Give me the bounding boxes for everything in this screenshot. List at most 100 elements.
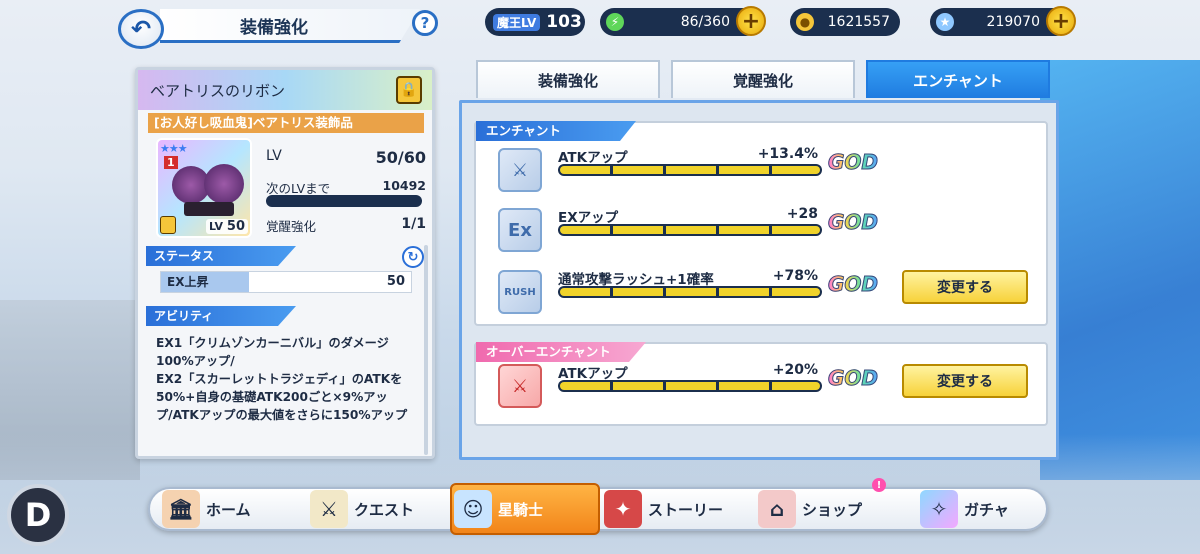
enchant-row: ⚔ ATKアップ +13.4% GOD [498, 146, 1038, 194]
refresh-button[interactable]: ↻ [402, 246, 424, 268]
item-badge: 1 [164, 156, 178, 169]
back-arrow-icon: ↶ [130, 15, 152, 43]
item-name: ベアトリスのリボン [150, 82, 286, 100]
enchant-value: +28 [786, 206, 818, 222]
god-rank-badge: GOD [827, 150, 879, 175]
enchant-name: ATKアップ [558, 150, 628, 166]
ability-header: アビリティ [146, 306, 296, 326]
status-label: EX上昇 [161, 272, 249, 292]
book-icon: ✦ [604, 490, 642, 528]
enchant-bar-fill [560, 226, 820, 234]
nav-quest-label: クエスト [354, 500, 415, 519]
nav-knight[interactable]: ☺ 星騎士 [454, 489, 543, 529]
thumb-level-label: LV [209, 220, 224, 233]
enchant-name: 通常攻撃ラッシュ+1確率 [558, 272, 714, 288]
item-thumbnail: ★★★ 1 LV 50 [156, 138, 252, 238]
refresh-icon: ↻ [407, 249, 419, 265]
level-row: LV 50/60 [266, 148, 426, 167]
over-enchant-name: ATKアップ [558, 366, 628, 382]
over-enchant-bar [558, 380, 822, 392]
item-detail-panel: ベアトリスのリボン 🔒 [お人好し吸血鬼]ベアトリス装飾品 ★★★ 1 LV 5… [135, 67, 435, 459]
player-level: 魔王LV 103 [485, 8, 585, 36]
lv-value: 50/60 [375, 148, 426, 167]
awaken-value: 1/1 [401, 216, 426, 232]
nav-quest[interactable]: ⚔ クエスト [310, 489, 414, 529]
exp-bar [266, 195, 422, 207]
rarity-stars-icon: ★★★ [160, 142, 188, 155]
ability-text: EX1「クリムゾンカーニバル」のダメージ100%アップ/ EX2「スカーレットト… [156, 336, 408, 422]
lv-label: LV [266, 148, 282, 164]
tab-enchant[interactable]: エンチャント [866, 60, 1050, 98]
gem-bar: ★ 219070 + [930, 6, 1076, 36]
tab-equip-enhance[interactable]: 装備強化 [476, 60, 660, 98]
god-rank-badge: GOD [827, 210, 879, 235]
home-icon: 🏛 [162, 490, 200, 528]
status-header: ステータス [146, 246, 296, 266]
nav-home[interactable]: 🏛 ホーム [162, 489, 251, 529]
add-stamina-button[interactable]: + [736, 6, 766, 36]
level-value: 103 [546, 12, 582, 32]
sword-icon: ⚔ [498, 148, 542, 192]
thumb-level: LV 50 [206, 219, 248, 234]
enchant-bar [558, 164, 822, 176]
status-value: 50 [386, 274, 405, 289]
nav-shop[interactable]: ⌂ ショップ [758, 489, 862, 529]
enchant-name: EXアップ [558, 210, 619, 226]
enchant-value: +78% [772, 268, 818, 284]
sword-red-icon: ⚔ [498, 364, 542, 408]
god-rank-badge: GOD [827, 366, 879, 391]
nav-shop-label: ショップ [802, 500, 863, 519]
thumb-lock-icon [160, 216, 176, 234]
d-menu-button[interactable]: D [7, 484, 69, 546]
level-label: 魔王LV [493, 13, 541, 31]
quest-sword-icon: ⚔ [310, 490, 348, 528]
gem-value: 219070 [986, 14, 1040, 30]
enchant-header: エンチャント [476, 121, 636, 141]
stamina-value: 86/360 [680, 14, 730, 30]
stamina-bar: ⚡ 86/360 + [600, 6, 766, 36]
nav-story-label: ストーリー [648, 500, 724, 519]
back-button[interactable]: ↶ [118, 9, 164, 49]
nav-story[interactable]: ✦ ストーリー [604, 489, 723, 529]
god-rank-badge: GOD [827, 272, 879, 297]
enchant-value: +13.4% [757, 146, 818, 162]
change-button[interactable]: 変更する [902, 270, 1028, 304]
tab-awaken-enhance[interactable]: 覚醒強化 [671, 60, 855, 98]
lock-button[interactable]: 🔒 [396, 76, 422, 104]
nav-gacha[interactable]: ✧ ガチャ [920, 489, 1009, 529]
coin-bar: ● 1621557 [790, 8, 900, 36]
knight-icon: ☺ [454, 490, 492, 528]
ex-icon: Ex [498, 208, 542, 252]
gacha-card-icon: ✧ [920, 490, 958, 528]
nav-home-label: ホーム [206, 500, 251, 519]
add-gem-button[interactable]: + [1046, 6, 1076, 36]
coin-value: 1621557 [827, 14, 890, 30]
over-enchant-bar-fill [560, 382, 820, 390]
awaken-row: 覚醒強化 1/1 [266, 216, 426, 235]
shop-icon: ⌂ [758, 490, 796, 528]
over-enchant-header: オーバーエンチャント [476, 342, 646, 362]
notification-badge: ! [872, 478, 886, 492]
coin-icon: ● [796, 13, 814, 31]
change-button[interactable]: 変更する [902, 364, 1028, 398]
scrollbar[interactable] [424, 245, 428, 455]
enchant-row: RUSH 通常攻撃ラッシュ+1確率 +78% GOD 変更する [498, 268, 1038, 316]
ribbon-clip-icon [184, 202, 234, 216]
over-enchant-row: ⚔ ATKアップ +20% GOD 変更する [498, 362, 1038, 410]
next-lv-label: 次のLVまで [266, 181, 331, 196]
nav-knight-label: 星騎士 [498, 500, 544, 519]
rush-icon: RUSH [498, 270, 542, 314]
page-title: 装備強化 [240, 18, 308, 38]
nav-gacha-label: ガチャ [964, 500, 1009, 519]
help-button[interactable]: ? [412, 10, 438, 36]
enchant-bar-fill [560, 288, 820, 296]
next-lv-value: 10492 [382, 178, 427, 193]
awaken-label: 覚醒強化 [266, 219, 317, 234]
enchant-row: Ex EXアップ +28 GOD [498, 206, 1038, 254]
lock-icon: 🔒 [400, 82, 418, 98]
stamina-icon: ⚡ [606, 13, 624, 31]
thumb-level-value: 50 [226, 219, 245, 234]
background-window [1040, 60, 1200, 480]
over-enchant-value: +20% [772, 362, 818, 378]
status-row: EX上昇 50 [160, 271, 412, 293]
